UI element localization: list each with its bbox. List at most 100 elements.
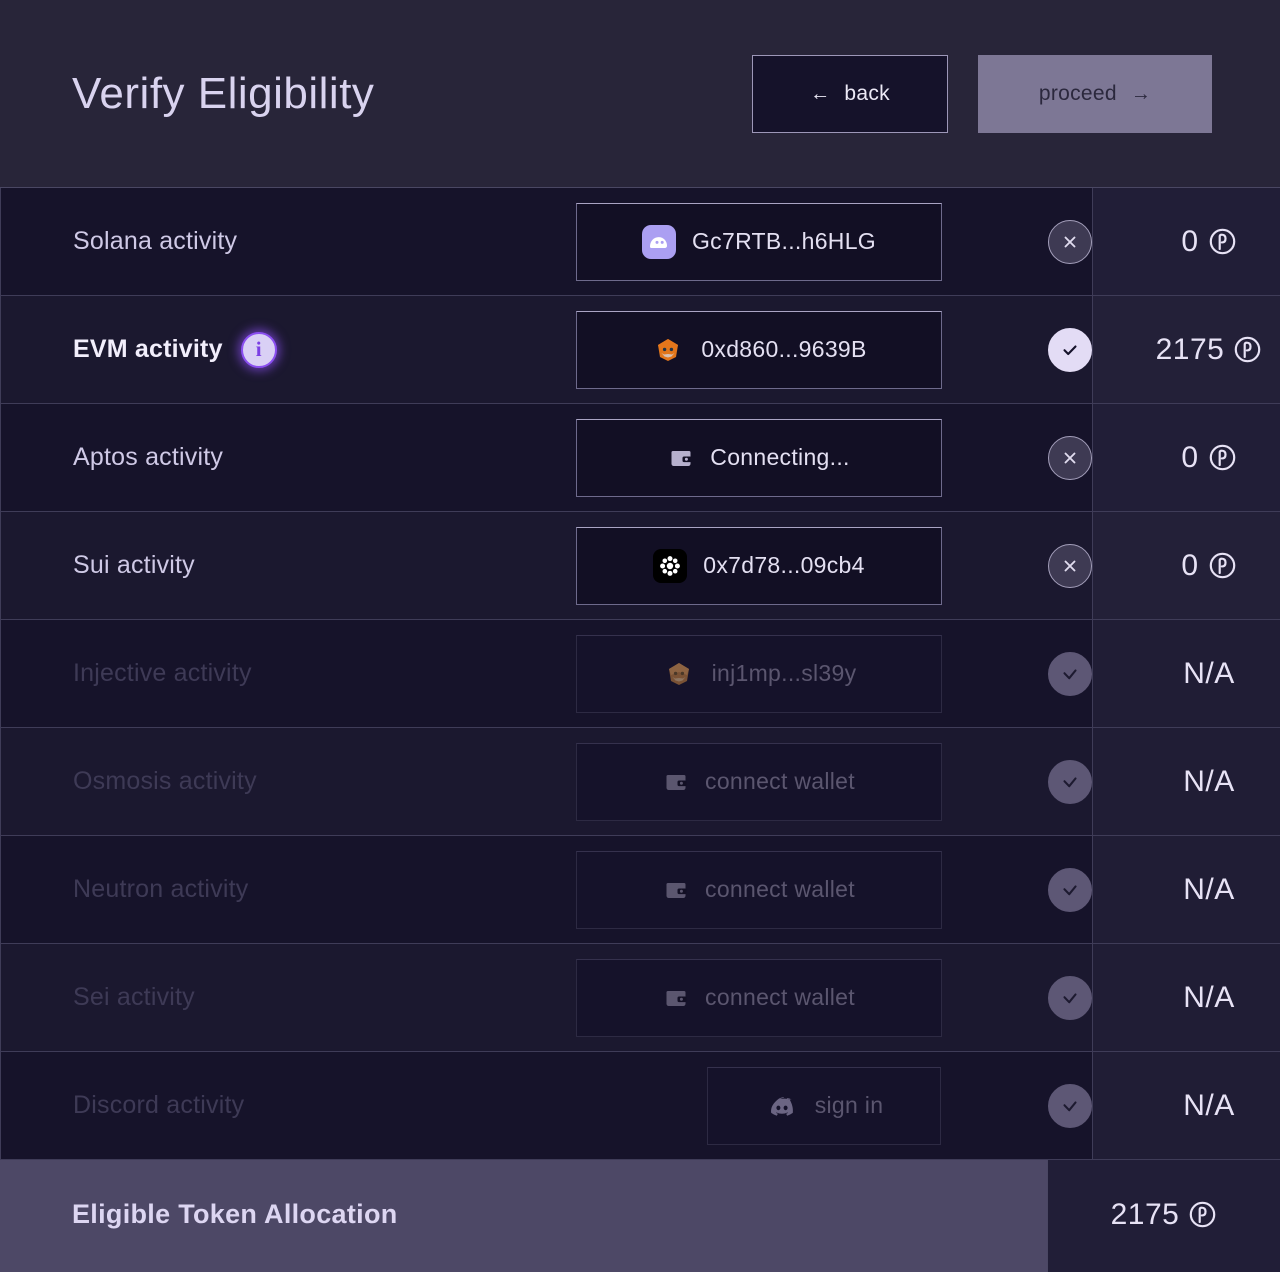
verified-status-button-disabled — [1048, 975, 1092, 1020]
arrow-left-icon: ← — [810, 82, 831, 105]
row-wallet-cell: 0xd860...9639B — [576, 296, 1048, 403]
proceed-button-label: proceed — [1038, 81, 1117, 105]
row-label-cell: Aptos activity — [1, 404, 576, 511]
row-amount-value: N/A — [1183, 656, 1235, 690]
row-amount: N/A — [1183, 765, 1235, 799]
info-icon[interactable]: i — [240, 331, 277, 368]
wallet-connect-button[interactable]: Connecting... — [576, 418, 942, 497]
row-amount-cell: N/A — [1092, 1052, 1280, 1159]
check-icon — [1063, 776, 1077, 787]
row-action-cell — [1048, 620, 1092, 727]
close-icon — [1064, 452, 1076, 463]
row-label: Sui activity — [73, 551, 195, 579]
row-amount: N/A — [1183, 873, 1235, 907]
check-icon — [1063, 668, 1077, 679]
wallet-icon — [666, 882, 687, 898]
table-row: Injective activity inj1mp...sl39y N/A — [0, 620, 1280, 728]
row-wallet-cell: inj1mp...sl39y — [576, 620, 1048, 727]
table-row: Solana activity Gc7RTB...h6HLG 0 — [0, 188, 1280, 296]
check-icon — [1063, 884, 1077, 895]
table-row: Osmosis activity connect wallet N/A — [0, 728, 1280, 836]
row-label: Neutron activity — [73, 875, 249, 903]
wallet-connect-button[interactable]: sign in — [707, 1066, 941, 1145]
check-icon — [1063, 1100, 1077, 1111]
row-wallet-cell: connect wallet — [576, 836, 1048, 943]
check-icon — [1063, 992, 1077, 1003]
row-amount-cell: N/A — [1092, 620, 1280, 727]
arrow-right-icon: → — [1130, 82, 1152, 105]
verify-eligibility-page: Verify Eligibility ← back proceed → Sola… — [0, 0, 1280, 1272]
row-amount-value: N/A — [1183, 872, 1235, 906]
total-amount-value: 2175 — [1110, 1197, 1180, 1231]
table-row: Aptos activity Connecting... 0 — [0, 404, 1280, 512]
wallet-icon — [671, 450, 692, 466]
wallet-address-text: inj1mp...sl39y — [711, 660, 857, 686]
row-amount-cell: 0 — [1092, 404, 1280, 511]
row-wallet-cell: Connecting... — [576, 404, 1048, 511]
row-label-cell: EVM activity i — [1, 296, 576, 403]
wallet-connect-button[interactable]: connect wallet — [576, 958, 942, 1037]
row-amount: 2175 — [1156, 333, 1263, 367]
wallet-address-text: connect wallet — [705, 984, 855, 1010]
wallet-icon — [666, 990, 687, 1006]
row-action-cell — [1048, 836, 1092, 943]
row-amount: 0 — [1181, 549, 1236, 583]
wallet-address-text: 0xd860...9639B — [701, 336, 867, 362]
row-amount-value: 0 — [1181, 224, 1199, 258]
verified-status-button-disabled — [1048, 867, 1092, 912]
row-wallet-cell: connect wallet — [576, 728, 1048, 835]
row-label: Sei activity — [73, 983, 195, 1011]
token-symbol-icon — [1208, 227, 1237, 256]
page-title: Verify Eligibility — [72, 68, 375, 118]
wallet-connect-button[interactable]: Gc7RTB...h6HLG — [576, 202, 942, 281]
row-action-cell — [1048, 296, 1092, 403]
table-row: Discord activity sign in N/A — [0, 1052, 1280, 1160]
row-label-cell: Sei activity — [1, 944, 576, 1051]
verified-status-button-disabled — [1048, 651, 1092, 696]
wallet-address-text: Connecting... — [710, 444, 850, 470]
disconnect-wallet-button[interactable] — [1048, 435, 1092, 480]
wallet-connect-button[interactable]: 0x7d78...09cb4 — [576, 526, 942, 605]
back-button[interactable]: ← back — [752, 54, 948, 133]
row-label-cell: Injective activity — [1, 620, 576, 727]
row-amount-cell: N/A — [1092, 944, 1280, 1051]
table-row: Sui activity 0x7d78...09cb4 0 — [0, 512, 1280, 620]
row-amount-cell: 2175 — [1092, 296, 1280, 403]
row-action-cell — [1048, 944, 1092, 1051]
back-button-label: back — [844, 81, 890, 105]
total-amount: 2175 — [1111, 1198, 1218, 1232]
row-wallet-cell: 0x7d78...09cb4 — [576, 512, 1048, 619]
disconnect-wallet-button[interactable] — [1048, 219, 1092, 264]
wallet-connect-button[interactable]: connect wallet — [576, 850, 942, 929]
row-wallet-cell: connect wallet — [576, 944, 1048, 1051]
activity-table: Solana activity Gc7RTB...h6HLG 0 EVM activi… — [0, 188, 1280, 1160]
row-amount-cell: 0 — [1092, 512, 1280, 619]
proceed-button[interactable]: proceed → — [978, 54, 1212, 133]
check-icon — [1063, 344, 1077, 355]
row-amount: 0 — [1181, 225, 1236, 259]
token-symbol-icon — [1233, 335, 1262, 364]
row-action-cell — [1048, 188, 1092, 295]
wallet-connect-button[interactable]: inj1mp...sl39y — [576, 634, 942, 713]
wallet-connect-button[interactable]: 0xd860...9639B — [576, 310, 942, 389]
disconnect-wallet-button[interactable] — [1048, 543, 1092, 588]
verified-status-button-disabled — [1048, 759, 1092, 804]
token-symbol-icon — [1208, 551, 1237, 580]
wallet-address-text: Gc7RTB...h6HLG — [691, 228, 876, 254]
row-wallet-cell: Gc7RTB...h6HLG — [576, 188, 1048, 295]
wallet-address-text: 0x7d78...09cb4 — [703, 552, 865, 578]
total-label: Eligible Token Allocation — [72, 1199, 398, 1229]
row-label-cell: Discord activity — [1, 1052, 576, 1159]
token-symbol-icon — [1188, 1200, 1217, 1229]
row-amount: N/A — [1183, 981, 1235, 1015]
wallet-connect-button[interactable]: connect wallet — [576, 742, 942, 821]
table-row: EVM activity i 0xd860...9639B 2175 — [0, 296, 1280, 404]
row-action-cell — [1048, 728, 1092, 835]
row-label: Injective activity — [73, 659, 252, 687]
verified-status-button-disabled — [1048, 1083, 1092, 1128]
verified-status-button[interactable] — [1048, 327, 1092, 372]
row-label-cell: Osmosis activity — [1, 728, 576, 835]
row-amount-value: N/A — [1183, 1088, 1235, 1122]
page-header: Verify Eligibility ← back proceed → — [0, 0, 1280, 188]
wallet-icon — [666, 774, 687, 790]
